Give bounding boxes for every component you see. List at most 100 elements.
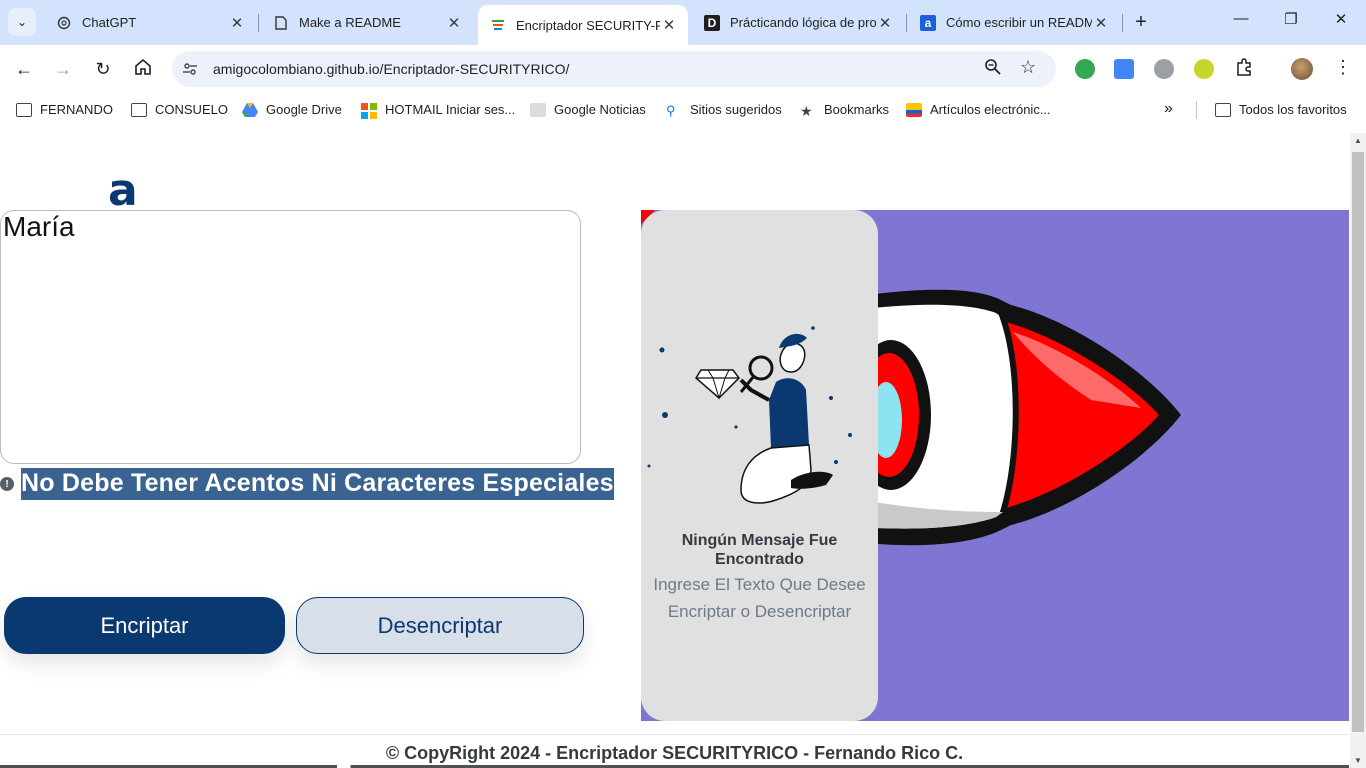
document-icon xyxy=(273,15,289,31)
output-panel: Ningún Mensaje Fue Encontrado Ingrese El… xyxy=(641,210,878,721)
bookmark-label: Google Drive xyxy=(266,102,342,117)
skype-icon[interactable] xyxy=(1154,59,1174,79)
notion-icon: D xyxy=(704,14,720,31)
alura-icon: a xyxy=(920,14,936,31)
scroll-up-arrow-icon[interactable]: ▲ xyxy=(1354,136,1362,145)
tab-practicando-logica[interactable]: D Prácticando lógica de programación ✕ xyxy=(692,6,904,39)
github-pages-icon xyxy=(490,17,506,33)
google-translate-icon[interactable] xyxy=(1114,59,1134,79)
news-icon xyxy=(530,102,546,117)
footer-copyright: © CopyRight 2024 - Encriptador SECURITYR… xyxy=(385,743,964,763)
back-button[interactable]: ← xyxy=(12,57,36,81)
bookmark-label: Google Noticias xyxy=(554,102,646,117)
home-button[interactable] xyxy=(131,57,155,81)
extensions-button[interactable] xyxy=(1232,57,1256,81)
search-icon: ⚲ xyxy=(666,102,676,118)
zoom-icon[interactable] xyxy=(984,58,1001,80)
close-icon[interactable]: ✕ xyxy=(660,16,678,34)
all-bookmarks-folder[interactable]: Todos los favoritos xyxy=(1215,102,1347,117)
arrow-left-icon: ← xyxy=(15,58,33,79)
close-icon: ✕ xyxy=(1334,11,1348,28)
tab-strip: ⌄ ChatGPT ✕ Make a README ✕ Encriptador … xyxy=(0,0,1366,45)
folder-icon xyxy=(131,102,147,117)
google-drive-icon xyxy=(242,102,258,117)
arrow-right-icon: → xyxy=(54,58,72,79)
site-info-icon[interactable] xyxy=(182,61,198,77)
microsoft-icon xyxy=(361,102,377,119)
bookmark-articulos[interactable]: Artículos electrónic... xyxy=(906,102,1051,117)
extension-icon[interactable] xyxy=(1194,59,1214,79)
more-bookmarks-button[interactable]: » xyxy=(1164,100,1173,118)
extension-plus-icon[interactable] xyxy=(1075,59,1095,79)
output-title: Ningún Mensaje Fue Encontrado xyxy=(681,532,838,568)
close-icon[interactable]: ✕ xyxy=(876,14,894,32)
folder-icon xyxy=(16,102,32,117)
puzzle-icon xyxy=(1235,57,1253,81)
scroll-down-arrow-icon[interactable]: ▼ xyxy=(1354,756,1362,765)
tab-title: Make a README xyxy=(299,15,401,30)
encrypt-button[interactable]: Encriptar xyxy=(4,597,285,654)
reload-button[interactable]: ↻ xyxy=(91,57,115,81)
output-subtitle: Ingrese El Texto Que Desee Encriptar o D… xyxy=(653,575,866,621)
vertical-scrollbar[interactable]: ▲ ▼ xyxy=(1350,133,1366,768)
star-icon: ★ xyxy=(800,102,813,119)
restore-icon: ❐ xyxy=(1284,11,1298,28)
more-vert-icon: ⋮ xyxy=(1334,57,1352,77)
bookmark-bookmarks[interactable]: ★ Bookmarks xyxy=(800,102,890,119)
alura-logo[interactable]: a xyxy=(106,165,138,211)
warning-text: No Debe Tener Acentos Ni Caracteres Espe… xyxy=(21,468,614,500)
folder-icon xyxy=(1215,102,1231,117)
tab-title: Prácticando lógica de programación xyxy=(730,15,876,30)
browser-menu-button[interactable]: ⋮ xyxy=(1334,57,1352,78)
chevron-down-icon: ⌄ xyxy=(16,15,28,29)
person-with-magnifier-illustration xyxy=(647,326,852,504)
tab-title: Encriptador SECURITY-RICO xyxy=(516,17,660,33)
new-tab-button[interactable]: + xyxy=(1130,11,1152,34)
home-icon xyxy=(134,58,152,81)
close-window-button[interactable]: ✕ xyxy=(1329,10,1353,28)
minimize-button[interactable]: — xyxy=(1229,10,1253,27)
tab-title: Cómo escribir un README xyxy=(946,15,1092,30)
profile-avatar[interactable] xyxy=(1291,58,1313,80)
chevron-double-right-icon: » xyxy=(1164,100,1173,117)
web-page: a María ! No Debe Tener Acentos Ni Carac… xyxy=(0,133,1349,768)
tab-divider xyxy=(1122,14,1123,32)
tab-title: ChatGPT xyxy=(82,15,137,30)
bookmark-google-drive[interactable]: Google Drive xyxy=(242,102,342,117)
bookmarks-bar: FERNANDO CONSUELO Google Drive HOTMAIL I… xyxy=(0,93,1366,127)
reload-icon: ↻ xyxy=(95,58,111,79)
close-icon[interactable]: ✕ xyxy=(228,14,246,32)
bookmark-hotmail[interactable]: HOTMAIL Iniciar ses... xyxy=(361,102,516,119)
bookmark-google-noticias[interactable]: Google Noticias xyxy=(530,102,646,117)
browser-toolbar: ← → ↻ amigocolombiano.github.io/Encripta… xyxy=(0,45,1366,93)
decrypt-button[interactable]: Desencriptar xyxy=(296,597,584,654)
tab-como-escribir-readme[interactable]: a Cómo escribir un README ✕ xyxy=(908,6,1120,39)
footer-divider xyxy=(0,734,1349,735)
tab-divider xyxy=(906,14,907,32)
address-bar[interactable]: amigocolombiano.github.io/Encriptador-SE… xyxy=(172,51,1056,87)
tab-chatgpt[interactable]: ChatGPT ✕ xyxy=(44,6,256,39)
logo-glyph: a xyxy=(108,165,138,211)
message-textarea[interactable]: María xyxy=(0,210,581,464)
tab-make-readme[interactable]: Make a README ✕ xyxy=(261,6,473,39)
bookmark-consuelo[interactable]: CONSUELO xyxy=(131,102,228,117)
bookmark-sitios-sugeridos[interactable]: ⚲ Sitios sugeridos xyxy=(666,102,782,118)
info-icon: ! xyxy=(0,477,14,491)
scrollbar-thumb[interactable] xyxy=(1352,152,1364,732)
tab-divider xyxy=(258,14,259,32)
close-icon[interactable]: ✕ xyxy=(445,14,463,32)
bookmark-label: Artículos electrónic... xyxy=(930,102,1051,117)
bookmark-star-icon[interactable]: ☆ xyxy=(1020,57,1036,78)
restore-button[interactable]: ❐ xyxy=(1279,10,1303,28)
close-icon[interactable]: ✕ xyxy=(1092,14,1110,32)
bookmark-label: HOTMAIL Iniciar ses... xyxy=(385,102,516,117)
tab-search-button[interactable]: ⌄ xyxy=(8,8,36,36)
bookmark-fernando[interactable]: FERNANDO xyxy=(16,102,113,117)
shop-icon xyxy=(906,102,922,117)
bookmark-label: FERNANDO xyxy=(40,102,113,117)
forward-button[interactable]: → xyxy=(51,57,75,81)
bookmark-label: Bookmarks xyxy=(824,102,890,117)
tab-encriptador-active[interactable]: Encriptador SECURITY-RICO ✕ xyxy=(478,5,688,45)
warning-message: ! No Debe Tener Acentos Ni Caracteres Es… xyxy=(0,468,614,500)
plus-icon: + xyxy=(1135,11,1147,33)
